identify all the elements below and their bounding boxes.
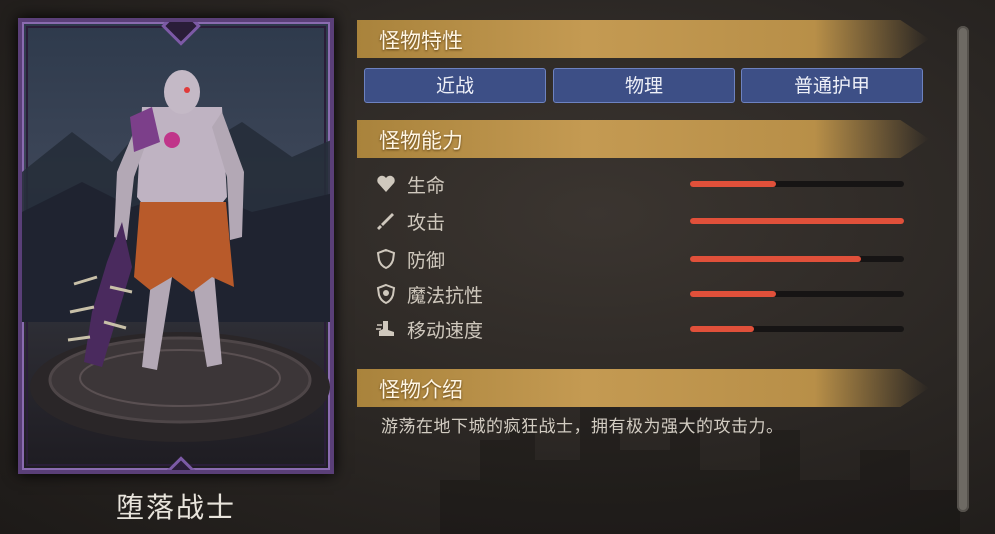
heart-icon	[377, 175, 395, 192]
stat-label-attack: 攻击	[407, 212, 446, 234]
stat-bar-health	[690, 181, 904, 187]
scrollbar[interactable]	[957, 26, 969, 512]
traits-header: 怪物特性	[357, 20, 929, 58]
boot-icon	[376, 321, 394, 336]
magic-shield-icon	[376, 283, 396, 305]
stat-row-attack: 攻击	[375, 208, 905, 236]
intro-header: 怪物介绍	[357, 369, 929, 407]
stat-label-magic-resist: 魔法抗性	[407, 285, 484, 307]
abilities-header-label: 怪物能力	[379, 129, 463, 153]
traits-header-label: 怪物特性	[379, 29, 463, 53]
tag-normal-armor[interactable]: 普通护甲	[741, 68, 923, 103]
stat-row-move-speed: 移动速度	[375, 316, 905, 344]
stat-row-health: 生命	[375, 171, 905, 199]
stat-label-move-speed: 移动速度	[407, 320, 484, 342]
stat-bar-fill-magic-resist	[690, 291, 776, 297]
intro-header-label: 怪物介绍	[379, 378, 463, 402]
monster-illustration	[22, 70, 330, 442]
stat-bar-attack	[690, 218, 904, 224]
sword-icon	[377, 213, 394, 230]
stat-label-defense: 防御	[407, 250, 446, 272]
intro-text: 游荡在地下城的疯狂战士，拥有极为强大的攻击力。	[381, 417, 784, 437]
shield-icon	[376, 248, 396, 270]
stat-bar-defense	[690, 256, 904, 262]
stat-label-health: 生命	[407, 175, 446, 197]
stat-bar-move-speed	[690, 326, 904, 332]
monster-name: 堕落战士	[115, 491, 236, 524]
tag-physical[interactable]: 物理	[553, 68, 735, 103]
stat-row-magic-resist: 魔法抗性	[375, 281, 905, 309]
stat-bar-fill-defense	[690, 256, 862, 262]
stat-bar-magic-resist	[690, 291, 904, 297]
stat-bar-fill-move-speed	[690, 326, 755, 332]
stat-bar-fill-health	[690, 181, 776, 187]
stat-bar-fill-attack	[690, 218, 904, 224]
abilities-header: 怪物能力	[357, 120, 929, 158]
tag-melee[interactable]: 近战	[364, 68, 546, 103]
stat-row-defense: 防御	[375, 246, 905, 274]
monster-portrait	[18, 18, 334, 474]
